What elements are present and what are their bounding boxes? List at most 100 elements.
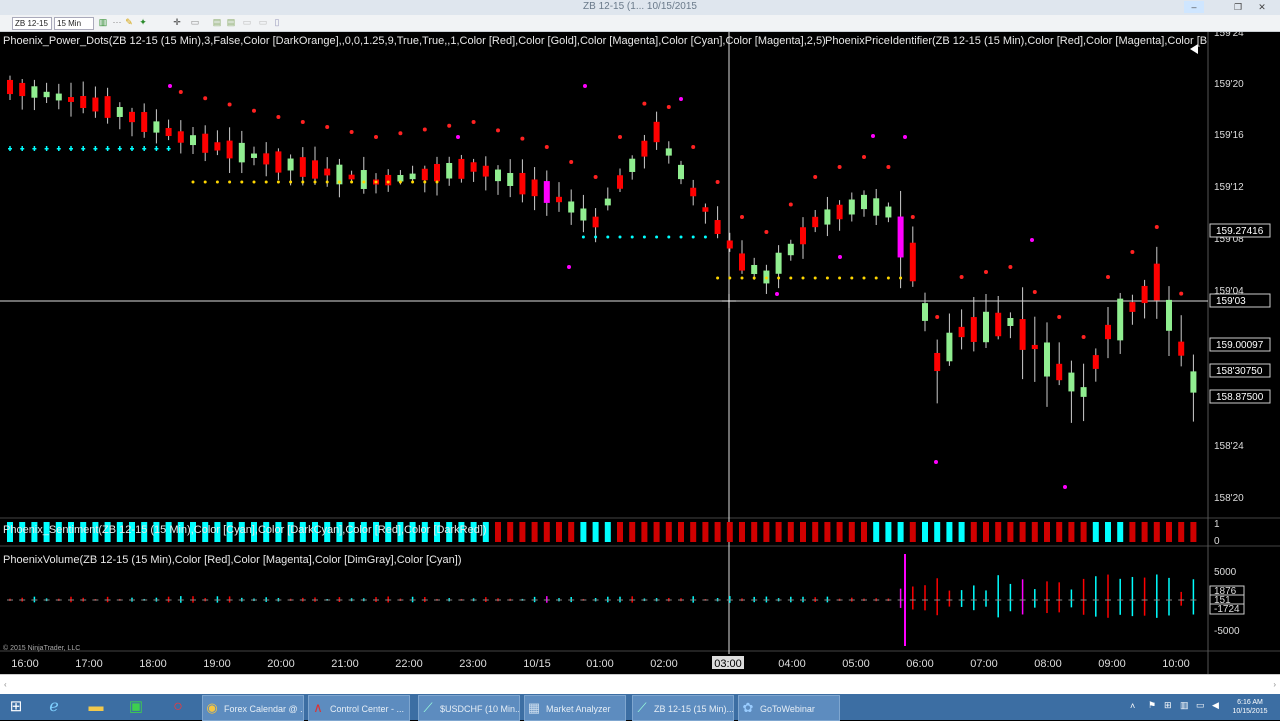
power-dot-red: [569, 160, 574, 164]
power-dot-gold: [825, 276, 829, 280]
power-dot-gold: [362, 180, 366, 184]
taskbar-item-5[interactable]: ⟋ ZB 12-15 (15 Min)...: [632, 695, 734, 721]
candle-body: [458, 158, 465, 179]
price-axis-tick: 158'20: [1214, 493, 1244, 504]
show-hidden-icons-icon[interactable]: ˄: [1130, 702, 1135, 711]
taskbar-item-6[interactable]: ✿ GoToWebinar: [738, 695, 840, 721]
sentiment-bar: [946, 522, 953, 542]
candle-body: [7, 79, 13, 95]
candle-body: [1068, 372, 1075, 392]
power-dot-cyan: [679, 235, 683, 239]
candle-body: [165, 127, 172, 137]
candle-body: [629, 158, 636, 172]
properties-icon[interactable]: ▤: [212, 17, 222, 28]
chart-trader-icon[interactable]: ▭: [258, 17, 268, 28]
close-button[interactable]: ✕: [1252, 1, 1272, 13]
power-dot-red: [276, 115, 281, 119]
sentiment-bar: [861, 522, 867, 542]
store-icon[interactable]: ▣: [122, 694, 150, 720]
price-marker-label: 159.00097: [1216, 340, 1264, 351]
chart-canvas[interactable]: 159'24159'20159'16159'12159'08159'04158'…: [0, 32, 1280, 674]
sentiment-bar: [702, 522, 709, 542]
interval-selector[interactable]: 15 Min: [54, 17, 94, 30]
network-icon[interactable]: ▥: [1180, 701, 1189, 710]
power-dot-gold: [337, 180, 341, 184]
zoom-icon[interactable]: ▭: [190, 17, 200, 28]
taskbar-item-2[interactable]: ∧ Control Center - ...: [308, 695, 410, 721]
gotowebinar-icon: ✿: [742, 700, 754, 715]
monitor-icon[interactable]: ▭: [1196, 701, 1205, 710]
clock[interactable]: 6:16 AM 10/15/2015: [1228, 698, 1272, 716]
candle-body: [568, 201, 575, 213]
candle-body: [543, 181, 550, 203]
template-icon[interactable]: ▤: [226, 17, 236, 28]
power-dot-cyan: [58, 146, 60, 151]
sentiment-bar: [739, 522, 745, 542]
sentiment-bar: [653, 522, 660, 542]
sentiment-bar: [970, 522, 977, 542]
data-box-icon[interactable]: ▭: [242, 17, 252, 28]
candle-body: [202, 133, 209, 153]
candle-body: [287, 158, 294, 171]
snapshot-icon[interactable]: ▯: [272, 17, 282, 28]
power-dot-red: [398, 131, 403, 136]
sentiment-bar: [1019, 522, 1026, 542]
time-axis-label: 23:00: [459, 658, 487, 670]
candle-body: [1129, 302, 1136, 312]
candle-body: [214, 142, 221, 151]
sentiment-bar: [958, 522, 965, 542]
bar-type-icon[interactable]: ▥: [98, 17, 108, 28]
sentiment-bar: [641, 522, 648, 542]
sentiment-axis-tick: 0: [1214, 536, 1220, 547]
power-dot-gold: [886, 276, 890, 280]
drawing-tool-icon[interactable]: ⋯: [112, 17, 122, 28]
magic-wand-icon[interactable]: ✦: [138, 17, 148, 28]
candle-body: [617, 175, 623, 189]
price-chart-area[interactable]: 159'24 159'20 159'16 159'12 159'08 159'04 158'…: [0, 32, 1280, 674]
crosshair-icon[interactable]: ✛: [172, 17, 182, 28]
taskbar-item-1[interactable]: ◉ Forex Calendar @ ...: [202, 695, 304, 721]
flag-icon[interactable]: ⚑: [1148, 701, 1156, 710]
candle-body: [263, 153, 270, 165]
power-dot-gold: [252, 180, 256, 184]
sentiment-bar: [507, 522, 514, 542]
clock-time: 6:16 AM: [1237, 699, 1263, 706]
candle-body: [470, 162, 477, 172]
taskbar-item-4[interactable]: ▦ Market Analyzer: [524, 695, 626, 721]
start-button[interactable]: ⊞: [0, 694, 32, 720]
volume-icon[interactable]: ◀: [1212, 701, 1219, 710]
candle-body: [1117, 298, 1124, 341]
power-dot-red: [1081, 335, 1086, 339]
opera-icon[interactable]: ○: [164, 694, 192, 720]
pencil-icon[interactable]: ✎: [124, 17, 134, 28]
candle-body: [80, 96, 87, 108]
minimize-button[interactable]: –: [1184, 1, 1204, 13]
internet-explorer-icon[interactable]: ℯ: [40, 694, 68, 720]
file-explorer-icon[interactable]: ▬: [82, 694, 110, 720]
chart-scrollbar[interactable]: ‹ ›: [0, 674, 1280, 695]
scroll-right-icon[interactable]: ›: [1273, 680, 1276, 689]
power-dot-cyan: [33, 146, 36, 151]
sentiment-bar: [714, 522, 721, 542]
candle-body: [1019, 319, 1026, 350]
scroll-left-icon[interactable]: ‹: [4, 680, 7, 689]
restore-button[interactable]: ❐: [1228, 1, 1248, 13]
time-axis-label: 22:00: [395, 658, 423, 670]
candle-body: [1105, 324, 1111, 340]
power-dot-cyan: [642, 235, 646, 239]
price-marker-label: 158.87500: [1216, 392, 1264, 403]
instrument-selector[interactable]: ZB 12-15: [12, 17, 52, 30]
taskbar-item-3[interactable]: ⟋ $USDCHF (10 Min...: [418, 695, 520, 721]
candle-body: [922, 303, 928, 321]
time-axis-label: 07:00: [970, 658, 998, 670]
crosshair-cursor-icon: [722, 294, 736, 308]
power-dot-red: [984, 270, 988, 274]
sentiment-bar: [800, 522, 806, 542]
candle-body: [1153, 263, 1160, 301]
candle-body: [495, 169, 501, 182]
power-dot-red: [520, 136, 525, 141]
power-dot-cyan: [594, 235, 598, 239]
taskbar-item-label: GoToWebinar: [760, 704, 815, 714]
windows-icon[interactable]: ⊞: [1164, 701, 1172, 710]
power-dot-gold: [386, 180, 390, 184]
